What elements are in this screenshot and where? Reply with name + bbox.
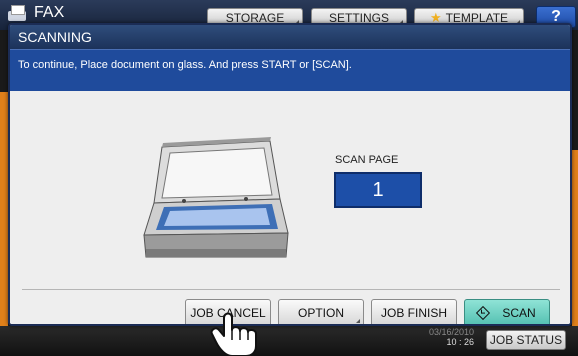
option-button[interactable]: OPTION xyxy=(278,299,364,324)
accent-strip-left xyxy=(0,92,8,326)
dialog-title: SCANNING xyxy=(10,25,570,49)
clock-time: 10 : 26 xyxy=(446,337,474,347)
job-status-label: JOB STATUS xyxy=(489,333,563,347)
fax-app-title: FAX xyxy=(6,4,64,22)
option-arrow-icon xyxy=(356,315,360,323)
pointing-hand-icon xyxy=(210,312,257,356)
scanner-illustration xyxy=(143,137,289,258)
scan-page-count: 1 xyxy=(334,172,422,208)
scanning-dialog: SCANNING To continue, Place document on … xyxy=(8,23,572,326)
job-finish-button[interactable]: JOB FINISH xyxy=(371,299,457,324)
job-finish-label: JOB FINISH xyxy=(380,306,447,320)
accent-strip-right xyxy=(572,150,578,326)
scan-button[interactable]: SCAN xyxy=(464,299,550,324)
job-status-button[interactable]: JOB STATUS xyxy=(486,330,566,350)
clock: 03/16/2010 10 : 26 xyxy=(418,327,474,347)
dialog-body: SCAN PAGE 1 JOB CANCEL OPTION JOB FINISH… xyxy=(10,91,570,324)
fax-title-text: FAX xyxy=(34,4,65,21)
scan-page-label: SCAN PAGE xyxy=(335,154,399,166)
dialog-message: To continue, Place document on glass. An… xyxy=(10,49,570,91)
scan-label: SCAN xyxy=(502,306,536,320)
option-label: OPTION xyxy=(297,306,344,320)
fax-icon xyxy=(6,4,28,22)
button-divider xyxy=(22,289,560,290)
clock-date: 03/16/2010 xyxy=(428,327,474,337)
start-diamond-icon xyxy=(476,305,491,321)
